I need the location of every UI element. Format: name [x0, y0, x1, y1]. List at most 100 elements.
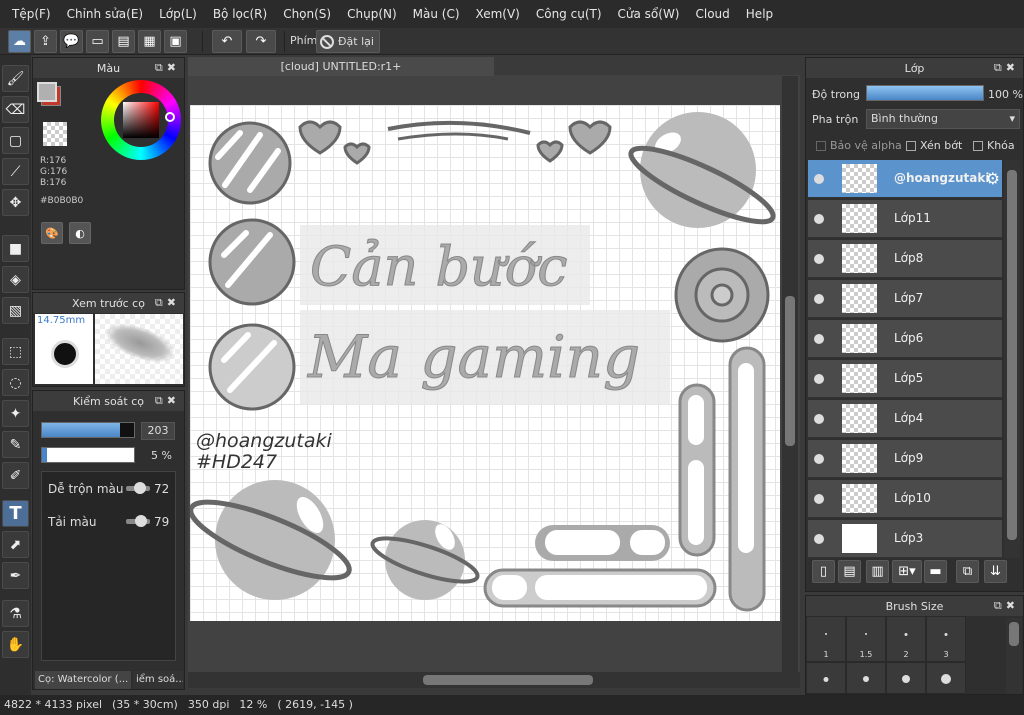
- lock-checkbox[interactable]: Khóa: [973, 139, 1015, 152]
- protect-alpha-checkbox[interactable]: Bảo vệ alpha: [816, 139, 902, 152]
- brush-size-cell[interactable]: 1: [806, 616, 846, 662]
- menu-window[interactable]: Cửa sổ(W): [610, 0, 688, 28]
- brush-size-scrollbar[interactable]: [1006, 618, 1022, 694]
- layer-row[interactable]: Lớp6: [808, 320, 1002, 358]
- load-slider[interactable]: [126, 515, 150, 527]
- menu-help[interactable]: Help: [738, 0, 781, 28]
- speech-bubble-icon[interactable]: 💬: [60, 30, 83, 53]
- eye-icon[interactable]: [814, 494, 824, 504]
- panel-close-icon[interactable]: ⧉✖: [155, 61, 180, 75]
- menu-layer[interactable]: Lớp(L): [151, 0, 205, 28]
- menu-tools[interactable]: Công cụ(T): [528, 0, 610, 28]
- select-pen-tool-icon[interactable]: ✎: [2, 431, 29, 458]
- menu-edit[interactable]: Chỉnh sửa(E): [59, 0, 152, 28]
- new-1bit-layer-icon[interactable]: ▥: [866, 560, 889, 583]
- hue-wheel[interactable]: [101, 80, 181, 160]
- saturation-square[interactable]: [123, 102, 159, 138]
- eye-icon[interactable]: [814, 334, 824, 344]
- folder-icon[interactable]: ▬: [924, 560, 947, 583]
- menu-select[interactable]: Chọn(S): [275, 0, 339, 28]
- eye-icon[interactable]: [814, 534, 824, 544]
- eraser-tool-icon[interactable]: ⌫: [2, 96, 29, 123]
- layer-row[interactable]: Lớp9: [808, 440, 1002, 478]
- menu-view[interactable]: Xem(V): [468, 0, 528, 28]
- lasso-tool-icon[interactable]: ◌: [2, 369, 29, 396]
- redo-icon[interactable]: ↷: [246, 30, 276, 53]
- brush-size-slider[interactable]: [41, 422, 135, 438]
- gradient-tool-icon[interactable]: ▧: [2, 297, 29, 324]
- eye-icon[interactable]: [814, 254, 824, 264]
- clip-checkbox[interactable]: Xén bớt: [906, 139, 962, 152]
- layer-row[interactable]: @hoangzutaki ⚙: [808, 160, 1002, 198]
- menu-file[interactable]: Tệp(F): [4, 0, 59, 28]
- layer-opacity-slider[interactable]: [866, 85, 984, 101]
- brush-size-cell[interactable]: [926, 662, 966, 694]
- layer-row[interactable]: Lớp3: [808, 520, 1002, 558]
- hand-tool-icon[interactable]: ✋: [2, 631, 29, 658]
- brush-size-cell[interactable]: [806, 662, 846, 694]
- brush-size-cell[interactable]: 3: [926, 616, 966, 662]
- eye-icon[interactable]: [814, 214, 824, 224]
- bucket-tool-icon[interactable]: ◈: [2, 266, 29, 293]
- primary-color-swatch[interactable]: [37, 82, 57, 102]
- menu-cloud[interactable]: Cloud: [688, 0, 738, 28]
- rectangle-tool-icon[interactable]: ▢: [2, 127, 29, 154]
- eye-icon[interactable]: [814, 454, 824, 464]
- horizontal-scrollbar[interactable]: [188, 672, 800, 688]
- gear-icon[interactable]: ⚙: [986, 169, 1000, 188]
- control-tab[interactable]: iểm soá...: [133, 671, 183, 689]
- panel-close-icon[interactable]: ⧉✖: [994, 599, 1019, 613]
- layer-row[interactable]: Lớp7: [808, 280, 1002, 318]
- eye-icon[interactable]: [814, 294, 824, 304]
- line-tool-icon[interactable]: ⟋: [2, 158, 29, 185]
- layer-row[interactable]: Lớp8: [808, 240, 1002, 278]
- vertical-scrollbar[interactable]: [782, 76, 798, 672]
- layer-row[interactable]: Lớp11: [808, 200, 1002, 238]
- blend-slider[interactable]: [126, 482, 150, 494]
- layer-row[interactable]: Lớp4: [808, 400, 1002, 438]
- select-rect-tool-icon[interactable]: ⬚: [2, 338, 29, 365]
- eye-icon[interactable]: [814, 174, 824, 184]
- menu-capture[interactable]: Chụp(N): [339, 0, 405, 28]
- new-halftone-layer-icon[interactable]: ▤: [838, 560, 861, 583]
- document-icon[interactable]: ▤: [112, 30, 135, 53]
- new-layer-icon[interactable]: ▯: [812, 560, 835, 583]
- menu-color[interactable]: Màu (C): [405, 0, 468, 28]
- palette-icon[interactable]: 🎨: [41, 222, 63, 244]
- layer-blend-select[interactable]: Bình thường ▾: [866, 109, 1020, 129]
- brush-opacity-slider[interactable]: [41, 447, 135, 463]
- brush-size-value[interactable]: 203: [141, 422, 175, 440]
- eye-icon[interactable]: [814, 414, 824, 424]
- cloud-icon[interactable]: ☁: [8, 30, 31, 53]
- brush-tool-icon[interactable]: 🖌: [2, 65, 29, 92]
- menu-filter[interactable]: Bộ lọc(R): [205, 0, 275, 28]
- brush-size-cell[interactable]: [886, 662, 926, 694]
- transparent-swatch[interactable]: [43, 122, 67, 146]
- brush-size-cell[interactable]: [846, 662, 886, 694]
- drawing-canvas[interactable]: Cản bước Ma gaming @hoangzutaki #HD247: [190, 105, 780, 621]
- duplicate-layer-icon[interactable]: ⧉: [956, 560, 979, 583]
- brush-size-cell[interactable]: 2: [886, 616, 926, 662]
- brush-tab[interactable]: Cọ: Watercolor (...: [35, 671, 131, 689]
- merge-layer-icon[interactable]: ⇊: [984, 560, 1007, 583]
- brush-size-cell[interactable]: 1.5: [846, 616, 886, 662]
- hue-marker[interactable]: [165, 112, 175, 122]
- document-tab[interactable]: [cloud] UNTITLED:r1+: [188, 57, 494, 76]
- reset-button[interactable]: Đặt lại: [316, 30, 380, 53]
- add-layer-menu-icon[interactable]: ⊞▾: [892, 560, 922, 583]
- layer-row[interactable]: Lớp5: [808, 360, 1002, 398]
- magic-wand-tool-icon[interactable]: ✦: [2, 400, 29, 427]
- select-eraser-tool-icon[interactable]: ✐: [2, 462, 29, 489]
- eyedropper-tool-icon[interactable]: ⚗: [2, 600, 29, 627]
- share-icon[interactable]: ⇪: [34, 30, 57, 53]
- text-tool-icon[interactable]: T: [2, 500, 29, 527]
- color-set-icon[interactable]: ◐: [69, 222, 91, 244]
- layer-row[interactable]: Lớp10: [808, 480, 1002, 518]
- comment-icon[interactable]: ▭: [86, 30, 109, 53]
- checklist-icon[interactable]: ▣: [164, 30, 187, 53]
- undo-icon[interactable]: ↶: [212, 30, 242, 53]
- panel-icon[interactable]: ▦: [138, 30, 161, 53]
- move-tool-icon[interactable]: ✥: [2, 189, 29, 216]
- fill-rect-tool-icon[interactable]: ■: [2, 235, 29, 262]
- layer-scrollbar[interactable]: [1004, 160, 1020, 558]
